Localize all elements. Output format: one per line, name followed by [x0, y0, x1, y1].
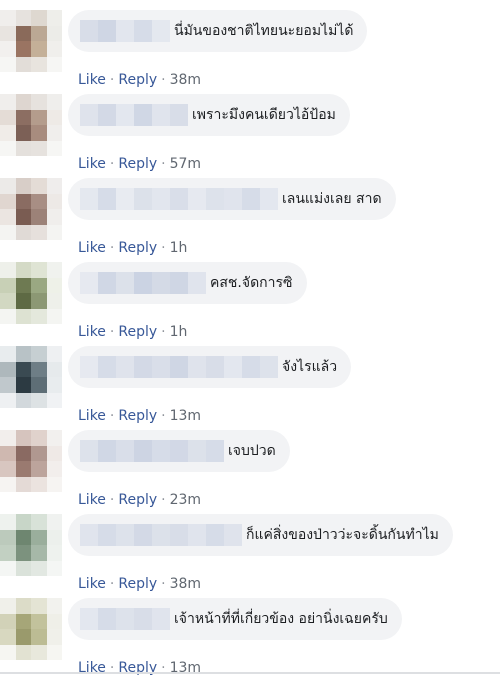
comment-timestamp[interactable]: 1h [170, 240, 188, 256]
comment-text: ก็แค่สิ่งของป่าวว่ะจะดิ้นกันทำไม [246, 527, 439, 543]
comment-actions: Like · Reply · 38m [78, 576, 201, 592]
comment-item: คสช.จัดการซิ Like · Reply · 1h [0, 260, 500, 344]
comment-text: คสช.จัดการซิ [210, 275, 293, 291]
commenter-name-blurred[interactable] [80, 20, 170, 42]
separator-dot: · [109, 72, 115, 88]
avatar[interactable] [0, 10, 62, 72]
reply-link[interactable]: Reply [118, 576, 157, 592]
like-link[interactable]: Like [78, 324, 106, 340]
commenter-name-blurred[interactable] [80, 104, 188, 126]
like-link[interactable]: Like [78, 72, 106, 88]
like-link[interactable]: Like [78, 492, 106, 508]
comment-text: จังไรแล้ว [282, 359, 338, 375]
like-link[interactable]: Like [78, 240, 106, 256]
comment-item: เลนแม่งเลย สาด Like · Reply · 1h [0, 176, 500, 260]
comment-timestamp[interactable]: 1h [170, 324, 188, 340]
comment-actions: Like · Reply · 1h [78, 240, 187, 256]
like-link[interactable]: Like [78, 408, 106, 424]
like-link[interactable]: Like [78, 576, 106, 592]
reply-link[interactable]: Reply [118, 156, 157, 172]
like-link[interactable]: Like [78, 156, 106, 172]
separator-dot: · [109, 408, 115, 424]
separator-dot: · [161, 324, 166, 340]
comment-bubble: เจ้าหน้าที่ที่เกี่ยวข้อง อย่านิ่งเฉยครับ [68, 598, 402, 640]
comment-actions: Like · Reply · 23m [78, 492, 201, 508]
comment-timestamp[interactable]: 23m [170, 492, 201, 508]
comment-text: เจบปวด [228, 443, 276, 459]
comment-bubble: เพราะมึงคนเดียวไอ้ป้อม [68, 94, 350, 136]
comment-actions: Like · Reply · 13m [78, 408, 201, 424]
separator-dot: · [161, 576, 166, 592]
comment-actions: Like · Reply · 57m [78, 156, 201, 172]
avatar[interactable] [0, 514, 62, 576]
avatar[interactable] [0, 178, 62, 240]
avatar[interactable] [0, 262, 62, 324]
separator-dot: · [109, 492, 115, 508]
reply-link[interactable]: Reply [118, 240, 157, 256]
comment-text: เพราะมึงคนเดียวไอ้ป้อม [192, 107, 336, 123]
avatar[interactable] [0, 94, 62, 156]
commenter-name-blurred[interactable] [80, 356, 278, 378]
separator-dot: · [161, 156, 166, 172]
comment-timestamp[interactable]: 13m [170, 408, 201, 424]
comment-timestamp[interactable]: 38m [170, 72, 201, 88]
comment-text: นี่มันของชาติไทยนะยอมไม่ได้ [174, 23, 354, 39]
comment-text: เลนแม่งเลย สาด [282, 191, 382, 207]
separator-dot: · [161, 72, 166, 88]
comment-item: จังไรแล้ว Like · Reply · 13m [0, 344, 500, 428]
separator-dot: · [109, 240, 115, 256]
commenter-name-blurred[interactable] [80, 524, 242, 546]
separator-dot: · [109, 576, 115, 592]
separator-dot: · [161, 240, 166, 256]
separator-dot: · [109, 156, 115, 172]
comment-item: เจบปวด Like · Reply · 23m [0, 428, 500, 512]
comment-bubble: จังไรแล้ว [68, 346, 352, 388]
comment-item: เพราะมึงคนเดียวไอ้ป้อม Like · Reply · 57m [0, 92, 500, 176]
separator-dot: · [161, 408, 166, 424]
separator-dot: · [109, 324, 115, 340]
avatar[interactable] [0, 598, 62, 660]
reply-link[interactable]: Reply [118, 408, 157, 424]
avatar[interactable] [0, 430, 62, 492]
reply-link[interactable]: Reply [118, 72, 157, 88]
comment-bubble: นี่มันของชาติไทยนะยอมไม่ได้ [68, 10, 368, 52]
comment-actions: Like · Reply · 38m [78, 72, 201, 88]
comment-timestamp[interactable]: 57m [170, 156, 201, 172]
comment-bubble: ก็แค่สิ่งของป่าวว่ะจะดิ้นกันทำไม [68, 514, 453, 556]
comment-bubble: คสช.จัดการซิ [68, 262, 307, 304]
reply-link[interactable]: Reply [118, 324, 157, 340]
comment-item: นี่มันของชาติไทยนะยอมไม่ได้ Like · Reply · 38… [0, 8, 500, 92]
comment-actions: Like · Reply · 1h [78, 324, 187, 340]
reply-link[interactable]: Reply [118, 492, 157, 508]
commenter-name-blurred[interactable] [80, 272, 206, 294]
commenter-name-blurred[interactable] [80, 188, 278, 210]
comment-item: เจ้าหน้าที่ที่เกี่ยวข้อง อย่านิ่งเฉยครับ… [0, 596, 500, 680]
commenter-name-blurred[interactable] [80, 440, 224, 462]
comment-item: ก็แค่สิ่งของป่าวว่ะจะดิ้นกันทำไม Like · Rep… [0, 512, 500, 596]
commenter-name-blurred[interactable] [80, 608, 170, 630]
avatar[interactable] [0, 346, 62, 408]
comment-bubble: เจบปวด [68, 430, 290, 472]
separator-dot: · [161, 492, 166, 508]
comment-text: เจ้าหน้าที่ที่เกี่ยวข้อง อย่านิ่งเฉยครับ [174, 611, 388, 627]
comment-timestamp[interactable]: 38m [170, 576, 201, 592]
comment-bubble: เลนแม่งเลย สาด [68, 178, 396, 220]
